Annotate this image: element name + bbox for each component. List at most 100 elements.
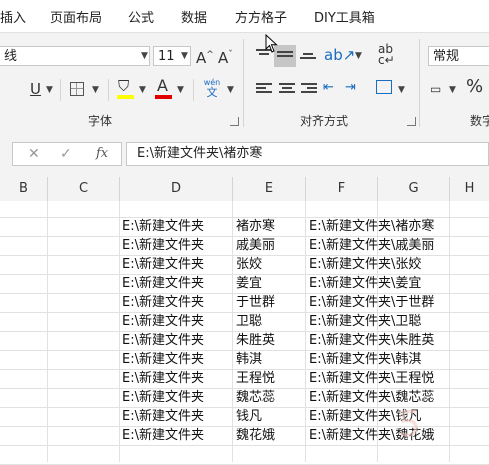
font-name-value: 线 bbox=[4, 49, 18, 64]
number-format-box[interactable]: 常规 bbox=[428, 46, 489, 66]
tab-diy-toolbox[interactable]: DIY工具箱 bbox=[314, 7, 375, 26]
increase-indent-icon[interactable]: ⇥ bbox=[345, 79, 356, 97]
ribbon-tab-bar: 插入 页面布局 公式 数据 方方格子 DIY工具箱 bbox=[0, 0, 489, 32]
align-middle-icon[interactable] bbox=[277, 51, 293, 63]
font-group-label: 字体 bbox=[88, 114, 113, 128]
tab-page-layout[interactable]: 页面布局 bbox=[50, 7, 102, 26]
borders-dropdown-icon[interactable]: ▼ bbox=[92, 81, 99, 99]
cell-d[interactable]: E:\新建文件夹 bbox=[122, 312, 232, 331]
underline-icon[interactable]: U bbox=[30, 80, 41, 98]
cell-e[interactable]: 朱胜英 bbox=[236, 331, 304, 350]
borders-icon[interactable] bbox=[70, 82, 84, 96]
column-header-c[interactable]: C bbox=[48, 177, 120, 201]
underline-dropdown-icon[interactable]: ▼ bbox=[46, 81, 53, 99]
group-separator bbox=[419, 39, 420, 127]
tab-formulas[interactable]: 公式 bbox=[128, 7, 154, 26]
number-group-label: 数字 bbox=[470, 114, 489, 128]
fill-color-swatch bbox=[117, 95, 134, 99]
cell-d[interactable]: E:\新建文件夹 bbox=[122, 236, 232, 255]
column-header-d[interactable]: D bbox=[120, 177, 233, 201]
align-left-icon[interactable] bbox=[256, 83, 272, 95]
column-header-b[interactable]: B bbox=[0, 177, 48, 201]
cell-e[interactable]: 戚美丽 bbox=[236, 236, 304, 255]
cell-f[interactable]: E:\新建文件夹\戚美丽 bbox=[309, 236, 487, 255]
accounting-dropdown-icon[interactable]: ▼ bbox=[449, 81, 456, 99]
align-center-icon[interactable] bbox=[279, 83, 295, 95]
cell-d[interactable]: E:\新建文件夹 bbox=[122, 426, 232, 445]
orientation-dropdown-icon[interactable]: ▼ bbox=[355, 47, 362, 65]
column-header-row: B C D E F G H bbox=[0, 177, 489, 202]
orientation-icon[interactable]: ab↗ bbox=[324, 46, 355, 64]
cell-f[interactable]: E:\新建文件夹\姜宜 bbox=[309, 274, 487, 293]
grow-font-icon[interactable]: A^ bbox=[196, 46, 214, 67]
cell-e[interactable]: 褚亦寒 bbox=[236, 217, 304, 236]
merge-dropdown-icon[interactable]: ▼ bbox=[398, 81, 405, 99]
cell-e[interactable]: 魏花娥 bbox=[236, 426, 304, 445]
mouse-cursor-icon bbox=[265, 34, 278, 53]
cell-f[interactable]: E:\新建文件夹\朱胜英 bbox=[309, 331, 487, 350]
phonetic-dropdown-icon[interactable]: ▼ bbox=[227, 81, 234, 99]
ribbon-home: 线 ▼ 11 ▼ A^ Aˇ U ▼ ▼ ⛉ ▼ A ▼ wén 文 ▼ 字体 … bbox=[0, 32, 489, 133]
tab-fangfang-gezi[interactable]: 方方格子 bbox=[235, 7, 287, 26]
column-header-e[interactable]: E bbox=[233, 177, 306, 201]
cell-d[interactable]: E:\新建文件夹 bbox=[122, 407, 232, 426]
cancel-icon[interactable]: ✕ bbox=[28, 145, 40, 163]
cell-e[interactable]: 钱凡 bbox=[236, 407, 304, 426]
enter-icon[interactable]: ✓ bbox=[60, 145, 72, 163]
cell-e[interactable]: 张姣 bbox=[236, 255, 304, 274]
tab-insert[interactable]: 插入 bbox=[0, 7, 26, 26]
alignment-group-label: 对齐方式 bbox=[300, 114, 349, 128]
cell-e[interactable]: 王程悦 bbox=[236, 369, 304, 388]
font-dialog-launcher-icon[interactable] bbox=[230, 117, 239, 126]
accounting-format-icon[interactable]: ▭ bbox=[430, 80, 441, 98]
font-name-box[interactable]: 线 bbox=[0, 46, 150, 66]
tab-data[interactable]: 数据 bbox=[181, 7, 207, 26]
decrease-indent-icon[interactable]: ⇤ bbox=[323, 79, 334, 97]
cell-e[interactable]: 于世群 bbox=[236, 293, 304, 312]
cell-f[interactable]: E:\新建文件夹\韩淇 bbox=[309, 350, 487, 369]
cell-d[interactable]: E:\新建文件夹 bbox=[122, 388, 232, 407]
cell-d[interactable]: E:\新建文件夹 bbox=[122, 274, 232, 293]
column-header-h[interactable]: H bbox=[450, 177, 489, 201]
column-header-g[interactable]: G bbox=[378, 177, 450, 201]
watermark-text: 5 bbox=[398, 404, 421, 445]
percent-icon[interactable]: % bbox=[466, 78, 483, 96]
cell-d[interactable]: E:\新建文件夹 bbox=[122, 293, 232, 312]
align-right-icon[interactable] bbox=[301, 83, 317, 95]
wrap-text-icon[interactable]: ab c↵ bbox=[378, 43, 395, 66]
shrink-font-icon[interactable]: Aˇ bbox=[218, 46, 233, 67]
cell-f[interactable]: E:\新建文件夹\王程悦 bbox=[309, 369, 487, 388]
formula-input[interactable]: E:\新建文件夹\褚亦寒 bbox=[126, 142, 489, 166]
phonetic-guide-icon[interactable]: wén 文 bbox=[200, 77, 224, 98]
column-header-f[interactable]: F bbox=[306, 177, 378, 201]
cell-e[interactable]: 姜宜 bbox=[236, 274, 304, 293]
cell-e[interactable]: 卫聪 bbox=[236, 312, 304, 331]
font-name-dropdown-icon[interactable]: ▼ bbox=[141, 47, 148, 65]
fill-color-icon[interactable]: ⛉ bbox=[118, 77, 129, 95]
font-size-value: 11 bbox=[158, 49, 175, 64]
cell-f[interactable]: E:\新建文件夹\于世群 bbox=[309, 293, 487, 312]
phonetic-bottom-text: 文 bbox=[206, 86, 218, 99]
number-format-value: 常规 bbox=[433, 49, 460, 64]
divider bbox=[108, 79, 109, 101]
cell-d[interactable]: E:\新建文件夹 bbox=[122, 255, 232, 274]
font-color-icon[interactable]: A bbox=[157, 77, 168, 95]
fill-color-dropdown-icon[interactable]: ▼ bbox=[139, 81, 146, 99]
font-size-dropdown-icon[interactable]: ▼ bbox=[181, 47, 188, 65]
cell-d[interactable]: E:\新建文件夹 bbox=[122, 331, 232, 350]
formula-bar-area: ✕ ✓ fx E:\新建文件夹\褚亦寒 bbox=[0, 132, 489, 177]
merge-center-icon[interactable] bbox=[376, 80, 392, 94]
cell-f[interactable]: E:\新建文件夹\张姣 bbox=[309, 255, 487, 274]
cell-d[interactable]: E:\新建文件夹 bbox=[122, 369, 232, 388]
alignment-dialog-launcher-icon[interactable] bbox=[407, 117, 416, 126]
cell-d[interactable]: E:\新建文件夹 bbox=[122, 350, 232, 369]
cell-f[interactable]: E:\新建文件夹\卫聪 bbox=[309, 312, 487, 331]
divider bbox=[193, 79, 194, 101]
cell-e[interactable]: 魏芯蕊 bbox=[236, 388, 304, 407]
insert-function-icon[interactable]: fx bbox=[96, 145, 108, 163]
cell-d[interactable]: E:\新建文件夹 bbox=[122, 217, 232, 236]
cell-e[interactable]: 韩淇 bbox=[236, 350, 304, 369]
font-color-dropdown-icon[interactable]: ▼ bbox=[177, 81, 184, 99]
align-bottom-icon[interactable] bbox=[300, 53, 316, 65]
cell-f[interactable]: E:\新建文件夹\褚亦寒 bbox=[309, 217, 487, 236]
